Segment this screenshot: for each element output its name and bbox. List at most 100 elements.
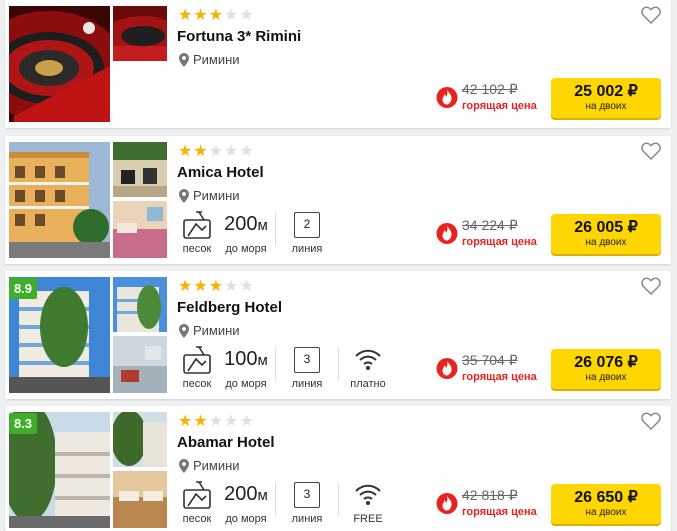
price-note: на двоих	[585, 237, 627, 248]
price-button[interactable]: 26 005 ₽ на двоих	[551, 214, 661, 254]
distance-label: до моря	[225, 378, 267, 390]
price-button[interactable]: 26 076 ₽ на двоих	[551, 349, 661, 389]
hotel-photo-tertiary[interactable]	[113, 201, 167, 258]
hotel-card[interactable]: ★ ★ ★ ★ ★ Amica Hotel Римини песок 200м до м…	[5, 136, 671, 264]
wifi-label: платно	[350, 378, 386, 390]
amenities: песок 100м до моря 3 линия платно	[177, 343, 397, 391]
map-pin-icon	[179, 52, 189, 67]
beach-sand-icon	[183, 211, 211, 239]
distance-label: до моря	[225, 243, 267, 255]
beach-label: песок	[182, 513, 212, 525]
location-text: Римини	[193, 458, 240, 473]
amenities: песок 200м до моря 3 линия FREE	[177, 478, 397, 526]
star-filled-icon: ★	[178, 413, 193, 430]
amenity-distance: 200м до моря	[217, 478, 275, 526]
beach-sand-icon	[183, 481, 211, 509]
hot-price-block: 34 224 ₽ горящая цена	[436, 216, 550, 252]
hotel-location: Римини	[179, 323, 240, 338]
amenity-distance: 100м до моря	[217, 343, 275, 391]
star-filled-icon: ★	[208, 278, 224, 295]
line-number: 2	[294, 212, 320, 238]
line-label: линия	[291, 243, 323, 255]
hotel-photo-tertiary[interactable]	[113, 336, 167, 393]
hotel-photo-secondary[interactable]	[113, 412, 167, 467]
heart-icon[interactable]	[641, 6, 661, 24]
hotel-photo-secondary[interactable]	[113, 277, 167, 332]
hotel-location: Римини	[179, 52, 240, 67]
hot-price-label: горящая цена	[462, 506, 537, 518]
amenities: песок 200м до моря 2 линия	[177, 208, 338, 256]
wifi-icon	[355, 349, 381, 370]
star-empty-icon: ★	[239, 7, 254, 24]
star-filled-icon: ★	[193, 413, 208, 430]
distance-unit: м	[257, 487, 268, 504]
wifi-label: FREE	[353, 513, 383, 525]
flame-icon	[436, 358, 458, 379]
heart-icon[interactable]	[641, 142, 661, 160]
hotel-location: Римини	[179, 188, 240, 203]
review-score-badge: 8.3	[9, 413, 37, 434]
wifi-icon	[355, 484, 381, 505]
amenity-beach: песок	[177, 208, 217, 256]
star-empty-icon: ★	[224, 143, 239, 160]
price-note: на двоих	[585, 101, 627, 112]
distance-value: 100	[224, 348, 258, 370]
star-empty-icon: ★	[239, 278, 254, 295]
line-label: линия	[291, 513, 323, 525]
hotel-photo-main[interactable]	[9, 6, 110, 122]
hotel-name[interactable]: Amica Hotel	[177, 164, 264, 181]
star-rating: ★ ★ ★ ★ ★	[178, 8, 254, 24]
flame-icon	[436, 87, 458, 108]
hotel-card[interactable]: ★ ★ ★ ★ ★ Fortuna 3* Rimini Римини 42 102 ₽ …	[5, 0, 671, 128]
line-number: 3	[294, 482, 320, 508]
hotel-photo-secondary[interactable]	[113, 142, 167, 197]
map-pin-icon	[179, 323, 189, 338]
hot-price-block: 42 818 ₽ горящая цена	[436, 486, 550, 522]
hotel-name[interactable]: Feldberg Hotel	[177, 299, 282, 316]
hotel-location: Римини	[179, 458, 240, 473]
price-button[interactable]: 26 650 ₽ на двоих	[551, 484, 661, 524]
price-amount: 25 002 ₽	[574, 83, 638, 100]
star-rating: ★ ★ ★ ★ ★	[178, 414, 254, 430]
map-pin-icon	[179, 188, 189, 203]
heart-icon[interactable]	[641, 412, 661, 430]
hotel-card[interactable]: 8.3 ★ ★ ★ ★ ★ Abamar Hotel Римини песок …	[5, 406, 671, 531]
star-empty-icon: ★	[239, 143, 254, 160]
star-empty-icon: ★	[239, 413, 254, 430]
distance-value: 200	[224, 483, 258, 505]
location-text: Римини	[193, 188, 240, 203]
hotel-card[interactable]: 8.9 ★ ★ ★ ★ ★ Feldberg Hotel Римини песо…	[5, 271, 671, 399]
heart-icon[interactable]	[641, 277, 661, 295]
flame-icon	[436, 223, 458, 244]
star-empty-icon: ★	[224, 413, 239, 430]
hotel-list: ★ ★ ★ ★ ★ Fortuna 3* Rimini Римини 42 102 ₽ …	[0, 0, 677, 531]
old-price: 34 224 ₽	[462, 217, 518, 233]
distance-unit: м	[257, 217, 268, 234]
location-text: Римини	[193, 52, 240, 67]
map-pin-icon	[179, 458, 189, 473]
star-filled-icon: ★	[178, 7, 193, 24]
price-note: на двоих	[585, 372, 627, 383]
price-amount: 26 005 ₽	[574, 219, 638, 236]
hot-price-label: горящая цена	[462, 236, 537, 248]
review-score-badge: 8.9	[9, 278, 37, 299]
star-filled-icon: ★	[208, 7, 224, 24]
hotel-photo-main[interactable]	[9, 142, 110, 258]
hotel-name[interactable]: Fortuna 3* Rimini	[177, 28, 301, 45]
star-filled-icon: ★	[193, 7, 208, 24]
flame-icon	[436, 493, 458, 514]
old-price: 42 102 ₽	[462, 81, 518, 97]
star-empty-icon: ★	[224, 278, 239, 295]
location-text: Римини	[193, 323, 240, 338]
star-empty-icon: ★	[224, 7, 239, 24]
hotel-photo-secondary[interactable]	[113, 6, 167, 61]
hotel-photo-tertiary[interactable]	[113, 471, 167, 528]
price-amount: 26 650 ₽	[574, 489, 638, 506]
price-button[interactable]: 25 002 ₽ на двоих	[551, 78, 661, 118]
star-empty-icon: ★	[208, 413, 224, 430]
star-filled-icon: ★	[193, 278, 208, 295]
hotel-name[interactable]: Abamar Hotel	[177, 434, 275, 451]
amenity-wifi: FREE	[339, 478, 397, 526]
beach-label: песок	[182, 243, 212, 255]
star-empty-icon: ★	[208, 143, 224, 160]
